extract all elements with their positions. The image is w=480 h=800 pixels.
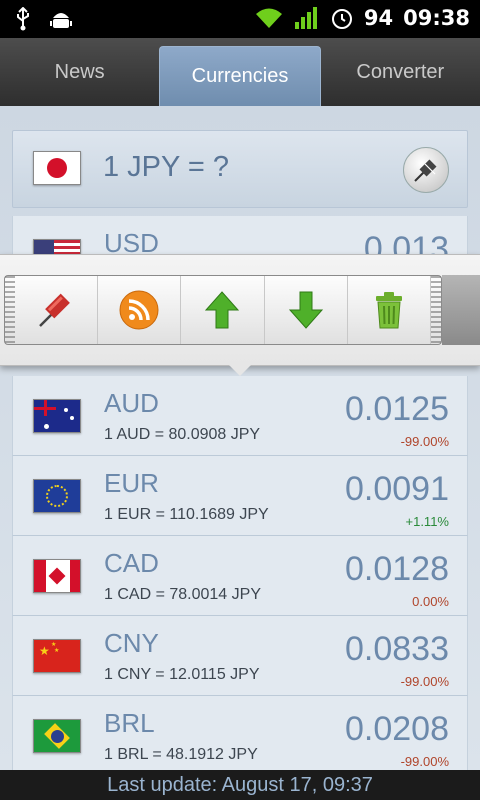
currency-row-cad[interactable]: CAD 1 CAD = 78.0014 JPY 0.0128 0.00% bbox=[12, 536, 468, 616]
left-grip bbox=[5, 276, 15, 344]
pin-icon bbox=[39, 293, 70, 327]
currency-row-cny[interactable]: ★ ★ ★ CNY 1 CNY = 12.0115 JPY 0.0833 -99… bbox=[12, 616, 468, 696]
currency-value: 0.0128 bbox=[345, 550, 449, 588]
currency-value: 0.0125 bbox=[345, 390, 449, 428]
last-update-footer: Last update: August 17, 09:37 bbox=[0, 770, 480, 800]
currency-row-eur[interactable]: EUR 1 EUR = 110.1689 JPY 0.0091 +1.11% bbox=[12, 456, 468, 536]
right-grip bbox=[431, 276, 441, 344]
currency-rate-line: 1 CNY = 12.0115 JPY bbox=[104, 666, 260, 683]
currency-rate-line: 1 BRL = 48.1912 JPY bbox=[104, 746, 258, 763]
canada-flag bbox=[33, 559, 81, 593]
china-flag: ★ ★ ★ bbox=[33, 639, 81, 673]
currency-code: BRL bbox=[104, 708, 155, 738]
currency-change: -99.00% bbox=[400, 434, 449, 449]
currency-rate-line: 1 AUD = 80.0908 JPY bbox=[104, 426, 261, 443]
rss-action-button[interactable] bbox=[98, 276, 182, 344]
base-currency-label: 1 JPY = ? bbox=[103, 151, 230, 183]
currency-change: -99.00% bbox=[400, 754, 449, 769]
usb-icon bbox=[17, 7, 29, 31]
currencies-panel: 1 JPY = ? USD 0.013 AUD 1 AUD = 80.0908 … bbox=[0, 106, 480, 776]
signal-icon bbox=[294, 7, 317, 29]
move-down-icon bbox=[288, 291, 323, 329]
brazil-flag bbox=[33, 719, 81, 753]
currency-value: 0.0091 bbox=[345, 470, 449, 508]
delete-button[interactable] bbox=[348, 276, 432, 344]
trash-icon bbox=[375, 292, 402, 329]
pin-icon bbox=[414, 159, 437, 182]
rss-icon bbox=[119, 290, 159, 330]
quick-action-toolbar bbox=[4, 275, 442, 345]
tab-bar: News Currencies Converter bbox=[0, 38, 480, 106]
pin-button[interactable] bbox=[403, 147, 449, 193]
clock: 09:38 bbox=[403, 6, 470, 30]
currency-rate-line: 1 CAD = 78.0014 JPY bbox=[104, 586, 261, 603]
currency-row-aud[interactable]: AUD 1 AUD = 80.0908 JPY 0.0125 -99.00% bbox=[12, 376, 468, 456]
alarm-icon bbox=[331, 9, 352, 29]
currency-code: CNY bbox=[104, 628, 159, 658]
eu-flag bbox=[33, 479, 81, 513]
currency-change: +1.11% bbox=[405, 514, 450, 529]
popup-scroll-edge bbox=[442, 275, 480, 345]
base-currency-row[interactable]: 1 JPY = ? bbox=[12, 130, 468, 208]
currency-value: 0.0833 bbox=[345, 630, 449, 668]
move-up-button[interactable] bbox=[181, 276, 265, 344]
quick-action-popup bbox=[0, 254, 480, 366]
currency-code: EUR bbox=[104, 468, 159, 498]
android-debug-icon bbox=[50, 13, 72, 28]
currency-code: AUD bbox=[104, 388, 159, 418]
move-down-button[interactable] bbox=[265, 276, 348, 344]
australia-flag bbox=[33, 399, 81, 433]
currency-code: CAD bbox=[104, 548, 159, 578]
currency-change: 0.00% bbox=[412, 594, 449, 609]
japan-flag bbox=[33, 151, 81, 185]
tab-news[interactable]: News bbox=[0, 38, 159, 106]
wifi-icon bbox=[255, 8, 282, 28]
status-bar: 94 09:38 bbox=[0, 0, 480, 38]
currency-change: -99.00% bbox=[400, 674, 449, 689]
battery-level: 94 bbox=[363, 6, 394, 30]
move-up-icon bbox=[205, 291, 240, 329]
currency-value: 0.0208 bbox=[345, 710, 449, 748]
tab-converter[interactable]: Converter bbox=[321, 38, 480, 106]
tab-currencies[interactable]: Currencies bbox=[159, 46, 321, 106]
currency-row-brl[interactable]: BRL 1 BRL = 48.1912 JPY 0.0208 -99.00% bbox=[12, 696, 468, 776]
pin-action-button[interactable] bbox=[15, 276, 99, 344]
popup-pointer bbox=[228, 364, 252, 376]
currency-rate-line: 1 EUR = 110.1689 JPY bbox=[104, 506, 269, 523]
